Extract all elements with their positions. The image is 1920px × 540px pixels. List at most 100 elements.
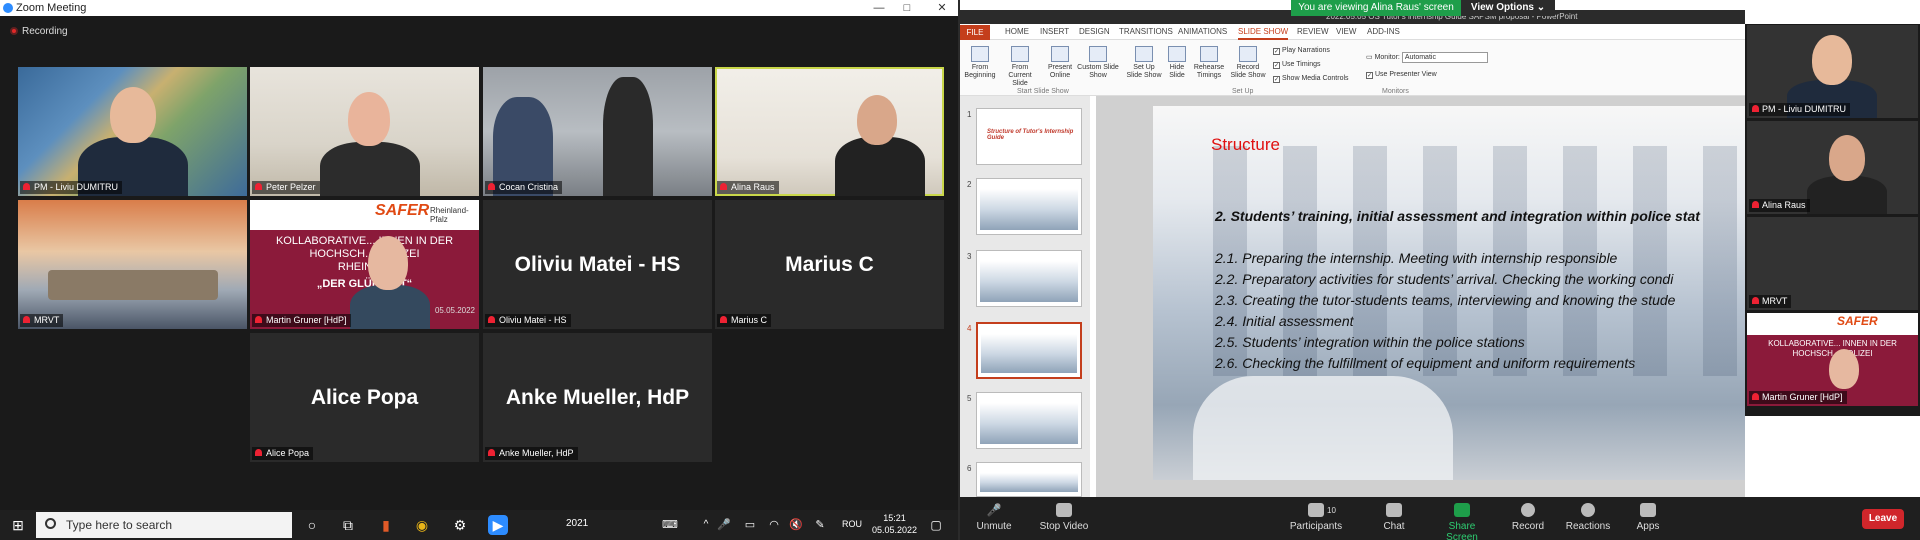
monitor-selector[interactable]: ▭ Monitor: Automatic bbox=[1366, 52, 1488, 63]
custom-slide-show-button[interactable]: Custom Slide Show bbox=[1076, 46, 1120, 80]
zoom-taskbar-icon[interactable]: ▶ bbox=[488, 515, 508, 535]
windows-start-icon[interactable]: ⊞ bbox=[8, 515, 28, 535]
from-beginning-button[interactable]: From Beginning bbox=[962, 46, 998, 80]
tab-view[interactable]: VIEW bbox=[1336, 26, 1356, 38]
setup-icon bbox=[1135, 46, 1153, 62]
record-button[interactable]: Record bbox=[1498, 503, 1558, 532]
microphone-icon[interactable]: 🎤 bbox=[714, 515, 734, 535]
person-face bbox=[348, 92, 390, 146]
presenter-view-checkbox[interactable]: ✓ Use Presenter View bbox=[1366, 70, 1437, 79]
current-slide[interactable]: Structure 2. Students’ training, initial… bbox=[1153, 106, 1745, 480]
tab-file[interactable]: FILE bbox=[960, 25, 990, 40]
gallery-video-tile[interactable]: PM - Liviu DUMITRU bbox=[1747, 25, 1918, 118]
video-tile[interactable]: SAFER Rheinland-Pfalz KOLLABORATIVE... I… bbox=[250, 200, 479, 329]
volume-mute-icon[interactable]: 🔇 bbox=[786, 515, 806, 535]
from-current-slide-button[interactable]: From Current Slide bbox=[1000, 46, 1040, 88]
tab-animations[interactable]: ANIMATIONS bbox=[1178, 26, 1227, 38]
tab-design[interactable]: DESIGN bbox=[1079, 26, 1110, 38]
chrome-icon[interactable]: ◉ bbox=[412, 515, 432, 535]
wifi-icon[interactable]: ◠ bbox=[764, 515, 784, 535]
video-tile[interactable]: Marius C Marius C bbox=[715, 200, 944, 329]
settings-gear-icon[interactable]: ⚙ bbox=[450, 515, 470, 535]
pen-icon[interactable]: ✎ bbox=[810, 515, 830, 535]
record-slide-show-button[interactable]: Record Slide Show bbox=[1228, 46, 1268, 80]
video-tile[interactable]: MRVT bbox=[18, 200, 247, 329]
chat-button[interactable]: Chat bbox=[1364, 503, 1424, 532]
set-up-slide-show-button[interactable]: Set Up Slide Show bbox=[1126, 46, 1162, 80]
apps-button[interactable]: Apps bbox=[1618, 503, 1678, 532]
share-screen-button[interactable]: Share Screen bbox=[1432, 503, 1492, 540]
notification-icon[interactable]: ▢ bbox=[926, 515, 946, 535]
recording-indicator[interactable]: Recording bbox=[10, 26, 68, 37]
view-options-button[interactable]: View Options ⌄ bbox=[1461, 0, 1555, 16]
safer-logo: SAFER bbox=[375, 202, 430, 219]
microphone-muted-icon: 🎤 bbox=[986, 503, 1002, 517]
office-icon[interactable]: ▮ bbox=[376, 515, 396, 535]
toolbar-label: Stop Video bbox=[1039, 521, 1089, 532]
stop-video-button[interactable]: Stop Video bbox=[1034, 503, 1094, 532]
tab-home[interactable]: HOME bbox=[1005, 26, 1029, 38]
language-indicator[interactable]: ROU bbox=[842, 519, 862, 529]
gallery-video-tile[interactable]: Alina Raus bbox=[1747, 121, 1918, 214]
video-tile[interactable]: Anke Mueller, HdP Anke Mueller, HdP bbox=[483, 333, 712, 462]
person-face bbox=[368, 236, 408, 290]
cortana-icon[interactable]: ○ bbox=[302, 515, 322, 535]
slide-title: Structure bbox=[1211, 135, 1280, 154]
slide-thumbnail[interactable] bbox=[976, 178, 1082, 235]
tab-insert[interactable]: INSERT bbox=[1040, 26, 1069, 38]
video-tile[interactable]: Cocan Cristina bbox=[483, 67, 712, 196]
leave-button[interactable]: Leave bbox=[1862, 509, 1904, 529]
keyboard-icon[interactable]: ⌨ bbox=[660, 515, 680, 535]
gallery-video-tile[interactable]: SAFER KOLLABORATIVE... INNEN IN DER HOCH… bbox=[1747, 313, 1918, 406]
taskbar-search[interactable]: Type here to search bbox=[36, 512, 292, 538]
task-view-icon[interactable]: ⧉ bbox=[338, 515, 358, 535]
tab-slide-show[interactable]: SLIDE SHOW bbox=[1238, 26, 1289, 40]
slide-thumbnail[interactable]: Structure of Tutor's Internship Guide bbox=[976, 108, 1082, 165]
play-narrations-checkbox[interactable]: ✓ Play Narrations bbox=[1273, 46, 1330, 55]
use-timings-checkbox[interactable]: ✓ Use Timings bbox=[1273, 60, 1321, 69]
slide-thumbnail[interactable] bbox=[976, 392, 1082, 449]
video-tile[interactable]: Oliviu Matei - HS Oliviu Matei - HS bbox=[483, 200, 712, 329]
toolbar-label: Apps bbox=[1636, 521, 1660, 532]
chevron-up-icon[interactable]: ^ bbox=[696, 515, 716, 535]
minimize-button[interactable]: — bbox=[865, 0, 893, 16]
maximize-button[interactable]: □ bbox=[893, 0, 921, 16]
monitor-dropdown[interactable]: Automatic bbox=[1401, 52, 1488, 63]
thumbnail-number: 1 bbox=[967, 110, 972, 119]
participant-name: Oliviu Matei - HS bbox=[485, 314, 571, 327]
hide-slide-button[interactable]: Hide Slide bbox=[1164, 46, 1190, 80]
present-online-button[interactable]: Present Online bbox=[1044, 46, 1076, 80]
person-face bbox=[1829, 349, 1859, 389]
slide-thumbnail-selected[interactable] bbox=[976, 322, 1082, 379]
tab-transitions[interactable]: TRANSITIONS bbox=[1119, 26, 1173, 38]
timer-icon bbox=[1200, 46, 1218, 62]
group-label: Start Slide Show bbox=[1017, 88, 1069, 95]
video-tile[interactable]: Peter Pelzer bbox=[250, 67, 479, 196]
globe-icon bbox=[1051, 46, 1069, 62]
participant-name: Alina Raus bbox=[1749, 199, 1810, 212]
video-tile-active-speaker[interactable]: Alina Raus bbox=[715, 67, 944, 196]
button-label: From Current Slide bbox=[1008, 64, 1032, 87]
slide-thumbnail[interactable] bbox=[976, 462, 1082, 497]
thumbnail-number: 4 bbox=[967, 324, 972, 333]
rehearse-timings-button[interactable]: Rehearse Timings bbox=[1192, 46, 1226, 80]
slide-bullet: 2.6. Checking the fulfillment of equipme… bbox=[1215, 355, 1636, 371]
video-tile[interactable]: PM - Liviu DUMITRU bbox=[18, 67, 247, 196]
gallery-video-tile[interactable]: MRVT bbox=[1747, 217, 1918, 310]
clock-date: 05.05.2022 bbox=[872, 525, 918, 535]
video-tile[interactable]: Alice Popa Alice Popa bbox=[250, 333, 479, 462]
reactions-button[interactable]: Reactions bbox=[1558, 503, 1618, 532]
close-button[interactable]: ✕ bbox=[928, 0, 956, 16]
person bbox=[320, 142, 420, 196]
slide-thumbnail[interactable] bbox=[976, 250, 1082, 307]
tab-add-ins[interactable]: ADD-INS bbox=[1367, 26, 1400, 38]
participants-button[interactable]: Participants bbox=[1286, 503, 1346, 532]
tab-review[interactable]: REVIEW bbox=[1297, 26, 1329, 38]
taskbar-clock[interactable]: 15:21 05.05.2022 bbox=[872, 512, 917, 536]
battery-icon[interactable]: ▭ bbox=[740, 515, 760, 535]
group-label: Set Up bbox=[1232, 88, 1254, 95]
unmute-button[interactable]: 🎤 Unmute bbox=[964, 503, 1024, 532]
show-media-controls-checkbox[interactable]: ✓ Show Media Controls bbox=[1273, 74, 1349, 83]
slide-bullet: 2.4. Initial assessment bbox=[1215, 313, 1354, 329]
thumbnail-title: Structure of Tutor's Internship Guide bbox=[987, 129, 1074, 141]
